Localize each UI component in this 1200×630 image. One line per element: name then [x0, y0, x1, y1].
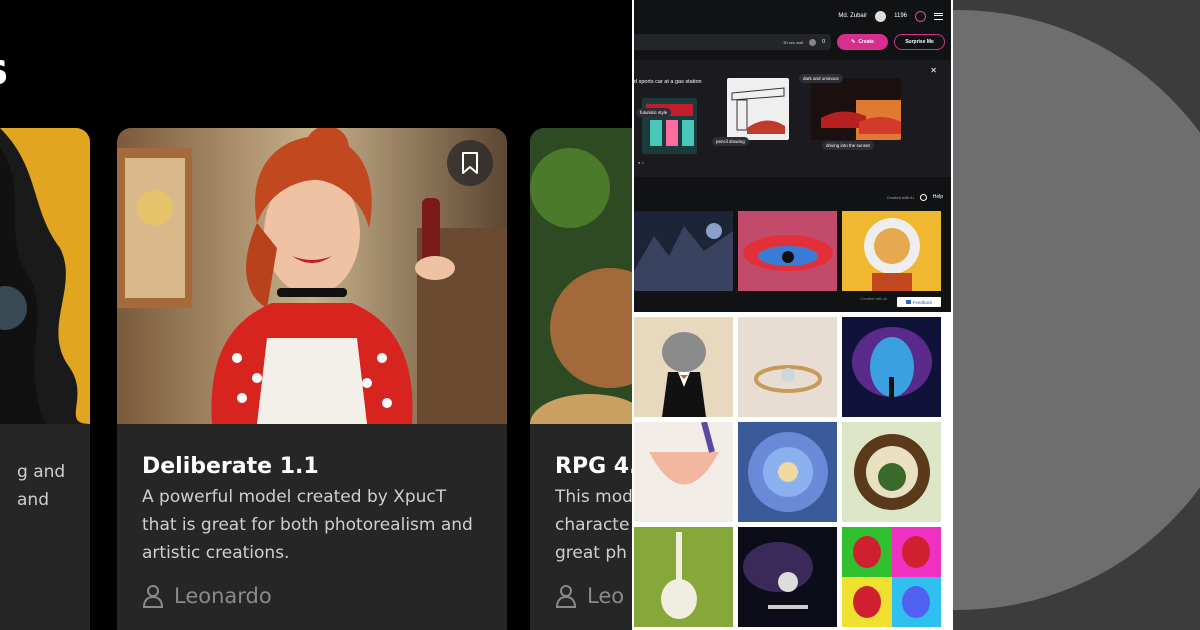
menu-icon[interactable] — [934, 12, 943, 20]
model-card-author[interactable]: Leonardo — [142, 584, 272, 608]
gallery-image[interactable] — [738, 211, 837, 291]
token-icon[interactable] — [915, 10, 926, 22]
wand-icon: ✎ — [851, 39, 856, 45]
app-header-area: Md. Zubair 1196 30 sec wait 0 ✎ Create S… — [634, 0, 951, 312]
model-card-body: RPG 4.0 This mod characte great ph Leo — [530, 424, 632, 630]
prompt-row: 30 sec wait 0 ✎ Create Surprise Me — [634, 33, 951, 51]
carousel-dots[interactable]: ● ıı — [638, 160, 644, 165]
tutorial-tag: futuristic style — [636, 108, 672, 117]
gallery-image[interactable] — [634, 527, 733, 627]
model-card-image — [0, 128, 90, 424]
bookmark-icon — [462, 152, 478, 174]
model-card-author[interactable]: Leo — [555, 584, 624, 608]
author-name: Leo — [587, 584, 625, 608]
model-card-body: Deliberate 1.1 A powerful model created … — [117, 424, 507, 630]
prompt-count: 0 — [822, 39, 825, 45]
tutorial-tag: driving into the sunset — [822, 141, 874, 150]
tutorial-tag: dark and ominous — [799, 74, 843, 83]
model-card-title: RPG 4.0 — [555, 454, 632, 479]
decorative-background — [953, 0, 1200, 630]
card-desc-line: and — [17, 490, 49, 510]
user-icon — [142, 585, 164, 608]
created-with-ai-row: Created with AI Help — [634, 190, 951, 204]
token-count: 1196 — [894, 13, 907, 19]
section-heading: s — [0, 44, 8, 95]
created-with-ai-label: Created with AI — [886, 194, 914, 200]
bookmark-button[interactable] — [447, 140, 493, 186]
gallery-image[interactable] — [842, 527, 941, 627]
card-desc-line: g and — [17, 462, 66, 482]
card-desc-line: This mod — [555, 487, 632, 507]
help-link[interactable]: Help — [933, 194, 943, 200]
app-screenshot-panel: Md. Zubair 1196 30 sec wait 0 ✎ Create S… — [632, 0, 953, 630]
avatar[interactable] — [875, 10, 887, 22]
composite-screenshot: s g and and — [0, 0, 1200, 630]
card-desc-line: great ph — [555, 543, 627, 563]
gallery-image[interactable] — [738, 422, 837, 522]
gallery-image[interactable] — [634, 422, 733, 522]
gallery-image[interactable] — [634, 317, 733, 417]
model-card[interactable]: g and and — [0, 128, 90, 630]
model-card-image — [117, 128, 507, 424]
model-card-image — [530, 128, 632, 424]
gallery-image[interactable] — [634, 211, 733, 291]
help-icon[interactable] — [919, 193, 927, 201]
close-icon[interactable]: ✕ — [930, 66, 937, 75]
prompt-meta: 30 sec wait — [783, 39, 804, 45]
card-desc-line: characte — [555, 515, 630, 535]
gallery-image[interactable] — [738, 317, 837, 417]
prompt-count-icon — [809, 38, 817, 46]
model-card-deliberate[interactable]: Deliberate 1.1 A powerful model created … — [117, 128, 507, 630]
surprise-me-button[interactable]: Surprise Me — [894, 34, 945, 50]
gallery-image[interactable] — [842, 317, 941, 417]
model-card-title: Deliberate 1.1 — [142, 454, 319, 479]
create-button[interactable]: ✎ Create — [837, 34, 888, 50]
user-icon — [555, 585, 577, 608]
app-topbar: Md. Zubair 1196 — [634, 0, 951, 32]
tutorial-tag: pencil drawing — [712, 137, 749, 146]
tutorial-prompt-text: d sports car at a gas station — [634, 79, 702, 85]
model-card-description: A powerful model created by XpucT that i… — [142, 487, 473, 563]
model-card-body: g and and — [0, 424, 90, 630]
tutorial-image — [642, 98, 697, 154]
model-gallery-panel: s g and and — [0, 0, 632, 630]
prompt-input[interactable]: 30 sec wait 0 — [634, 34, 831, 50]
created-with-ai-label-2: Created with AI — [860, 296, 888, 301]
prompt-tutorial-banner: ✕ d sports car at a gas station futurist… — [634, 60, 951, 177]
chat-icon — [905, 300, 911, 304]
feedback-button[interactable]: Feedback — [897, 297, 941, 307]
user-name: Md. Zubair — [838, 13, 868, 19]
gallery-image[interactable] — [842, 211, 941, 291]
gallery-image[interactable] — [738, 527, 837, 627]
tutorial-image — [811, 78, 901, 140]
model-card-rpg[interactable]: RPG 4.0 This mod characte great ph Leo — [530, 128, 632, 630]
gallery-image[interactable] — [842, 422, 941, 522]
tutorial-image — [727, 78, 789, 140]
author-name: Leonardo — [174, 584, 272, 608]
